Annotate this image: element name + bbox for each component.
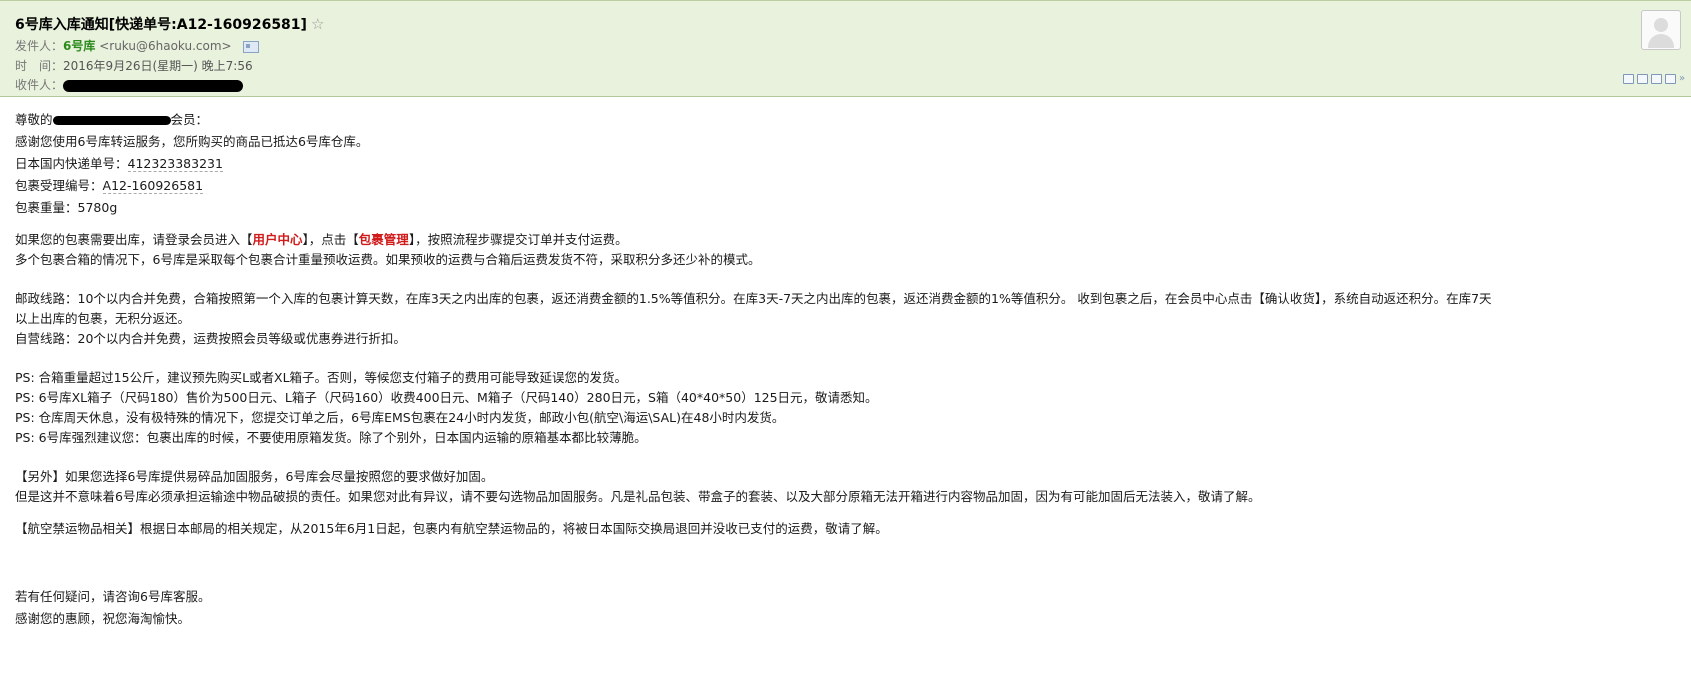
new-window-icon[interactable] [1637, 74, 1648, 84]
multi-package-line: 多个包裹合箱的情况下，6号库是采取每个包裹合计重量预收运费。如果预收的运费与合箱… [15, 252, 761, 267]
package-id-value[interactable]: A12-160926581 [102, 178, 204, 194]
package-id-label: 包裹受理编号： [15, 178, 103, 193]
ship-text-a: 如果您的包裹需要出库，请登录会员进入【 [15, 232, 253, 247]
save-icon[interactable] [1651, 74, 1662, 84]
postal-route-line-1: 邮政线路：10个以内合并免费，合箱按照第一个入库的包裹计算天数，在库3天之内出库… [15, 291, 1492, 306]
from-label: 发件人： [15, 39, 64, 53]
greeting-line: 尊敬的 会员： [15, 110, 1675, 130]
star-icon[interactable]: ☆ [311, 15, 324, 33]
shipping-instruction-line: 如果您的包裹需要出库，请登录会员进入【用户中心】，点击【包裹管理】，按照流程步骤… [15, 230, 1675, 250]
package-management-link[interactable]: 包裹管理 [359, 232, 409, 247]
tracking-label: 日本国内快递单号： [15, 156, 128, 171]
mail-header: 6号库入库通知[快递单号:A12-160926581] ☆ 发件人：6号库 <ru… [0, 0, 1691, 97]
weight-label: 包裹重量： [15, 200, 78, 215]
ps-line-3: PS: 仓库周天休息，没有极特殊的情况下，您提交订单之后，6号库EMS包裹在24… [15, 410, 785, 425]
package-id-line: 包裹受理编号：A12-160926581 [15, 176, 1675, 196]
greeting-prefix: 尊敬的 [15, 112, 53, 127]
tracking-line: 日本国内快递单号：412323383231 [15, 154, 1675, 174]
ps-line-2: PS: 6号库XL箱子（尺码180）售价为500日元、L箱子（尺码160）收费4… [15, 390, 878, 405]
more-chevron-icon[interactable]: » [1679, 74, 1687, 84]
print-icon[interactable] [1665, 74, 1676, 84]
avatar-icon[interactable] [1641, 10, 1681, 50]
time-row: 时 间：2016年9月26日(星期一) 晚上7:56 [15, 57, 253, 74]
self-route-line: 自营线路：20个以内合并免费，运费按照会员等级或优惠券进行折扣。 [15, 331, 406, 346]
greeting-suffix: 会员： [170, 112, 209, 127]
extra-line-1: 【另外】如果您选择6号库提供易碎品加固服务，6号库会尽量按照您的要求做好加固。 [15, 469, 494, 484]
tracking-number[interactable]: 412323383231 [127, 156, 223, 172]
member-redaction [52, 116, 171, 125]
subject-text: 6号库入库通知[快递单号:A12-160926581] [15, 17, 307, 33]
ps-line-4: PS: 6号库强烈建议您：包裹出库的时候，不要使用原箱发货。除了个别外，日本国内… [15, 430, 647, 445]
avatar-torso [1648, 34, 1674, 48]
from-row: 发件人：6号库 <ruku@6haoku.com> [15, 37, 260, 54]
to-row: 收件人： [15, 76, 244, 93]
recipient-redaction [63, 79, 244, 92]
ps-line-1: PS: 合箱重量超过15公斤，建议预先购买L或者XL箱子。否则，等候您支付箱子的… [15, 370, 628, 385]
sender-name[interactable]: 6号库 [63, 39, 95, 53]
contact-line: 若有任何疑问，请咨询6号库客服。 [15, 589, 211, 604]
mail-subject: 6号库入库通知[快递单号:A12-160926581] ☆ [15, 14, 324, 34]
window-icon[interactable] [1623, 74, 1634, 84]
avatar-head [1654, 18, 1668, 32]
weight-line: 包裹重量：5780g [15, 198, 1675, 218]
sender-email[interactable]: <ruku@6haoku.com> [99, 39, 231, 53]
weight-value: 5780g [77, 200, 118, 215]
header-toolbar: » [1623, 74, 1687, 84]
ship-text-c: 】，按照流程步骤提交订单并支付运费。 [408, 232, 628, 247]
closing-line: 感谢您的惠顾，祝您海淘愉快。 [15, 611, 191, 626]
contact-card-icon[interactable] [243, 40, 260, 53]
to-label: 收件人： [15, 78, 64, 92]
time-value: 2016年9月26日(星期一) 晚上7:56 [63, 59, 253, 73]
ship-text-b: 】，点击【 [302, 232, 359, 247]
thanks-line: 感谢您使用6号库转运服务，您所购买的商品已抵达6号库仓库。 [15, 134, 369, 149]
time-label: 时 间： [15, 59, 64, 73]
aviation-line: 【航空禁运物品相关】根据日本邮局的相关规定，从2015年6月1日起，包裹内有航空… [15, 521, 888, 536]
user-center-link[interactable]: 用户中心 [253, 232, 303, 247]
postal-route-line-2: 以上出库的包裹，无积分返还。 [15, 311, 191, 326]
extra-line-2: 但是这并不意味着6号库必须承担运输途中物品破损的责任。如果您对此有异议，请不要勾… [15, 489, 1261, 504]
mail-body: 尊敬的 会员： 感谢您使用6号库转运服务，您所购买的商品已抵达6号库仓库。 日本国… [15, 106, 1675, 629]
